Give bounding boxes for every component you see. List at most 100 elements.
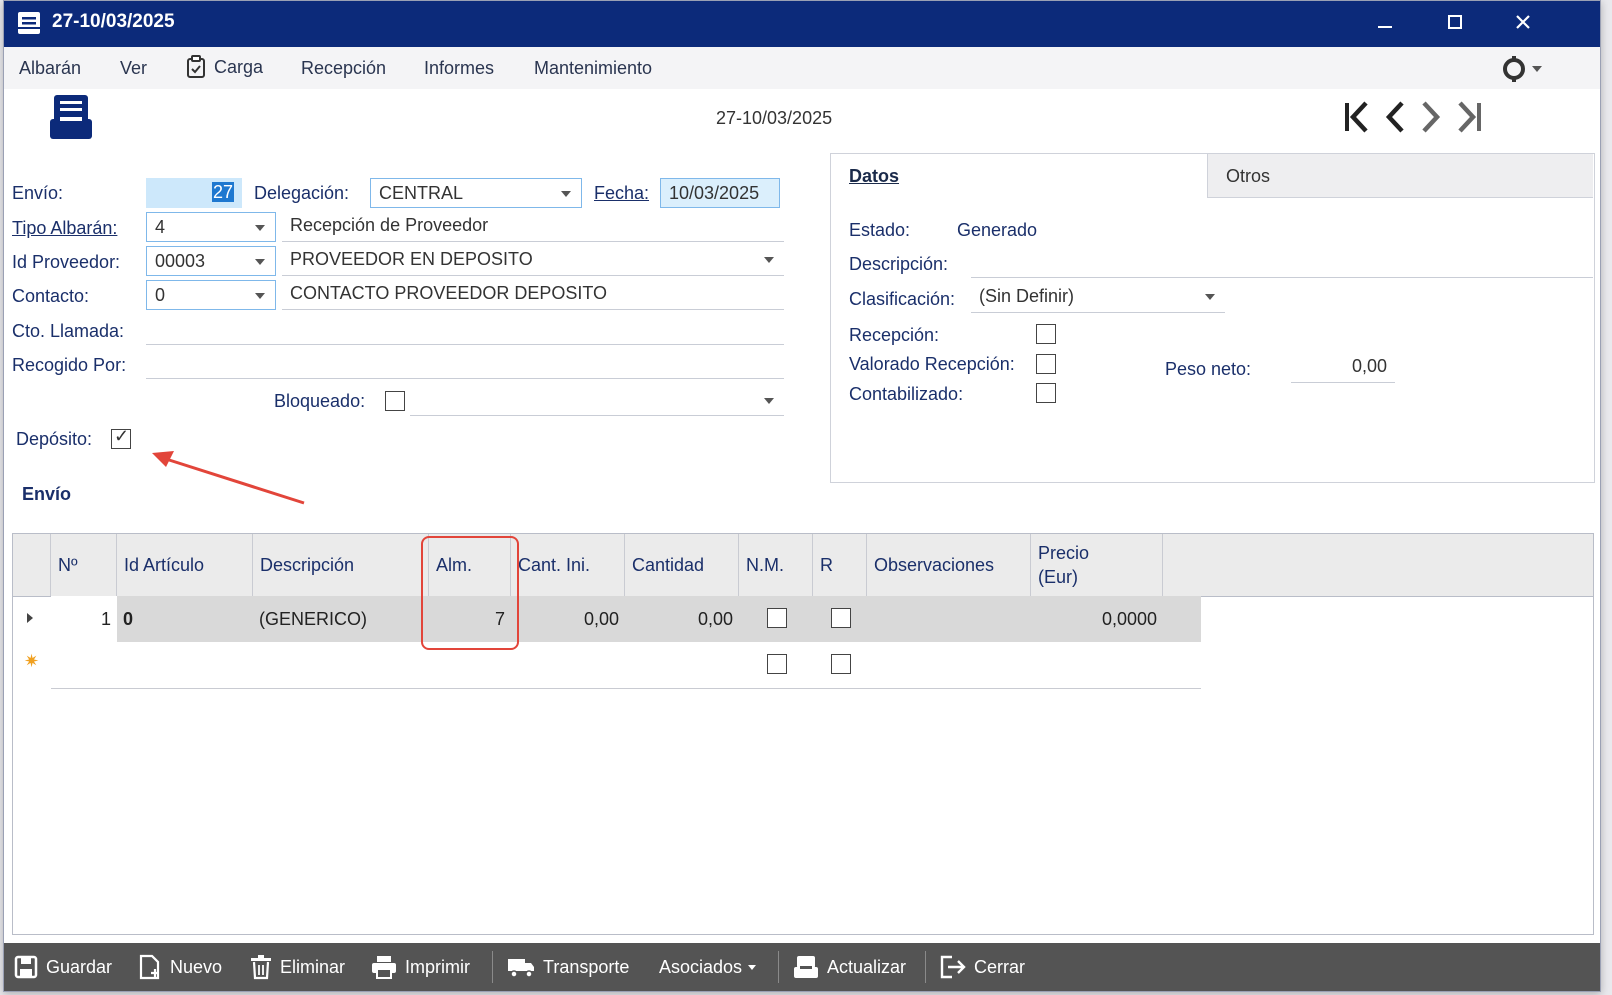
truck-icon <box>508 959 534 978</box>
menu-bar: Albarán Ver Carga Recepción Informes Man… <box>4 47 1600 89</box>
imprimir-button[interactable]: Imprimir <box>371 943 470 991</box>
settings-menu[interactable] <box>1500 55 1542 83</box>
peso-neto-label: Peso neto: <box>1165 359 1252 379</box>
refresh-gear-icon <box>1503 56 1525 82</box>
printer-icon <box>372 956 396 979</box>
guardar-label: Guardar <box>46 956 113 977</box>
minimize-button[interactable] <box>1366 9 1404 39</box>
proveedor-select[interactable]: 00003 <box>146 246 276 276</box>
valorado-checkbox[interactable] <box>1036 354 1056 374</box>
maximize-button[interactable] <box>1436 9 1474 39</box>
menu-informes[interactable]: Informes <box>424 58 494 79</box>
document-icon <box>18 12 40 34</box>
tab-datos-label: Datos <box>849 166 900 186</box>
proveedor-description: PROVEEDOR EN DEPOSITO <box>290 249 533 269</box>
column-header-cant-ini[interactable]: Cant. Ini. <box>511 534 625 596</box>
row-indicator-column: ✷ <box>13 596 52 688</box>
toolbar-divider <box>925 951 926 983</box>
guardar-button[interactable]: Guardar <box>14 943 112 991</box>
previous-record-icon[interactable] <box>1382 99 1408 135</box>
new-row-nm-checkbox[interactable] <box>767 654 787 674</box>
new-row-r-checkbox[interactable] <box>831 654 851 674</box>
next-record-icon[interactable] <box>1418 99 1444 135</box>
transporte-button[interactable]: Transporte <box>507 943 629 991</box>
llamada-field[interactable] <box>146 313 784 345</box>
toolbar-divider <box>778 951 779 983</box>
proveedor-description-select[interactable]: PROVEEDOR EN DEPOSITO <box>282 244 784 276</box>
grid-header: Nº Id Artículo Descripción Alm. Cant. In… <box>13 534 1593 597</box>
tipo-albaran-link[interactable]: Tipo Albarán: <box>12 218 117 239</box>
asociados-label: Asociados <box>659 956 743 977</box>
deposito-checkbox[interactable] <box>111 426 131 449</box>
tipo-albaran-value: 4 <box>155 217 166 237</box>
menu-mantenimiento[interactable]: Mantenimiento <box>534 58 652 79</box>
cell-precio: 0,0000 <box>1101 609 1157 629</box>
column-header-r[interactable]: R <box>813 534 867 596</box>
trash-icon <box>251 955 271 980</box>
chevron-down-icon <box>561 191 571 197</box>
nuevo-button[interactable]: Nuevo <box>138 943 222 991</box>
cell-id-articulo: 0 <box>123 609 134 629</box>
row-indicator-header <box>13 534 51 596</box>
delegacion-label: Delegación: <box>254 183 350 203</box>
chevron-down-icon <box>255 225 265 231</box>
actualizar-button[interactable]: Actualizar <box>793 943 906 991</box>
cell-cant-ini: 0,00 <box>583 609 619 629</box>
contabilizado-label: Contabilizado: <box>849 384 964 404</box>
tipo-albaran-select[interactable]: 4 <box>146 212 276 242</box>
envio-field[interactable]: 27 <box>146 178 242 208</box>
menu-recepcion[interactable]: Recepción <box>301 58 386 79</box>
recogido-field[interactable] <box>146 347 784 379</box>
menu-ver[interactable]: Ver <box>120 58 147 79</box>
valorado-label: Valorado Recepción: <box>849 354 1015 374</box>
estado-label: Estado: <box>849 220 911 240</box>
tab-otros[interactable]: Otros <box>1207 154 1593 198</box>
transporte-label: Transporte <box>543 956 630 977</box>
cell-cantidad: 0,00 <box>697 609 733 629</box>
cell-nm-checkbox[interactable] <box>767 608 787 628</box>
menu-carga[interactable]: Carga <box>186 55 263 79</box>
column-header-id-articulo[interactable]: Id Artículo <box>117 534 253 596</box>
cell-r-checkbox[interactable] <box>831 608 851 628</box>
chevron-down-icon <box>764 398 774 404</box>
actualizar-label: Actualizar <box>827 956 907 977</box>
column-header-nm[interactable]: N.M. <box>739 534 813 596</box>
cerrar-button[interactable]: Cerrar <box>940 943 1025 991</box>
bloqueado-motivo-select[interactable] <box>410 384 784 416</box>
column-header-n[interactable]: Nº <box>51 534 117 596</box>
new-table-row[interactable] <box>51 642 1201 689</box>
column-header-precio[interactable]: Precio (Eur) <box>1031 534 1163 596</box>
clasificacion-value: (Sin Definir) <box>979 286 1075 306</box>
proveedor-value: 00003 <box>155 251 206 271</box>
contacto-value: 0 <box>155 285 166 305</box>
delegacion-value: CENTRAL <box>379 183 464 203</box>
delegacion-select[interactable]: CENTRAL <box>370 178 582 208</box>
grid-section-title: Envío <box>22 484 72 504</box>
bloqueado-checkbox[interactable] <box>385 391 405 411</box>
asociados-dropdown[interactable]: Asociados <box>659 943 757 991</box>
fecha-link[interactable]: Fecha: <box>594 183 649 204</box>
menu-carga-label: Carga <box>214 56 264 77</box>
eliminar-button[interactable]: Eliminar <box>250 943 345 991</box>
table-row[interactable]: 1 0 (GENERICO) 7 0,00 0,00 0,0000 <box>51 596 1201 643</box>
descripcion-field[interactable] <box>971 246 1593 278</box>
tab-datos[interactable]: Datos <box>831 154 1207 198</box>
annotation-arrow-icon <box>152 451 305 505</box>
contacto-label: Contacto: <box>12 286 90 306</box>
recepcion-checkbox[interactable] <box>1036 324 1056 344</box>
close-button[interactable] <box>1504 9 1542 39</box>
current-row-icon <box>27 613 33 623</box>
column-header-descripcion[interactable]: Descripción <box>253 534 429 596</box>
clasificacion-select[interactable]: (Sin Definir) <box>971 281 1225 313</box>
app-window: 27-10/03/2025 Albarán Ver Carga Recepció… <box>3 0 1601 992</box>
title-bar: 27-10/03/2025 <box>4 1 1600 47</box>
contabilizado-checkbox[interactable] <box>1036 383 1056 403</box>
contacto-select[interactable]: 0 <box>146 280 276 310</box>
first-record-icon[interactable] <box>1342 99 1372 135</box>
fecha-field[interactable]: 10/03/2025 <box>660 178 780 208</box>
last-record-icon[interactable] <box>1454 99 1484 135</box>
column-header-observaciones[interactable]: Observaciones <box>867 534 1031 596</box>
column-header-cantidad[interactable]: Cantidad <box>625 534 739 596</box>
chevron-down-icon <box>255 293 265 299</box>
menu-albaran[interactable]: Albarán <box>19 58 81 79</box>
